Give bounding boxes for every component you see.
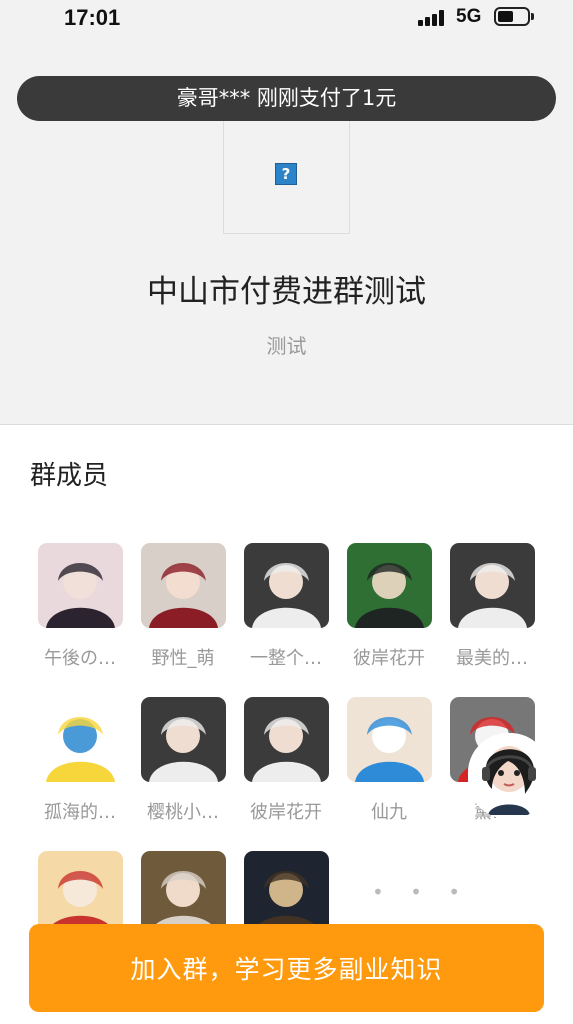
- member-avatar: [38, 543, 123, 628]
- member-avatar: [244, 543, 329, 628]
- status-bar: 17:01 5G: [0, 0, 573, 36]
- member-name: 孤海的…: [44, 802, 116, 823]
- group-title: 中山市付费进群测试: [147, 274, 426, 310]
- member-name: 彼岸花开: [250, 802, 322, 823]
- member-name: 野性_萌: [151, 648, 215, 669]
- member-name: 一整个…: [250, 648, 322, 669]
- battery-icon: [494, 7, 534, 26]
- members-title: 群成员: [30, 461, 109, 491]
- member-avatar: [450, 543, 535, 628]
- member-avatar: [244, 697, 329, 782]
- broken-image-icon: ?: [275, 163, 297, 185]
- customer-service-avatar-icon[interactable]: [468, 733, 550, 819]
- network-type: 5G: [456, 6, 482, 27]
- member-name: 仙九: [371, 802, 407, 823]
- member-name: 最美的…: [456, 648, 528, 669]
- more-members-button[interactable]: • • •: [372, 880, 470, 904]
- member-name: 樱桃小…: [147, 802, 219, 823]
- member-avatar: [38, 697, 123, 782]
- member-name: 午後の…: [44, 648, 116, 669]
- member-avatar: [141, 543, 226, 628]
- member-avatar: [141, 697, 226, 782]
- member-avatar: [347, 697, 432, 782]
- status-time: 17:01: [64, 5, 121, 30]
- join-group-button[interactable]: 加入群，学习更多副业知识: [29, 924, 544, 1012]
- group-description: 测试: [266, 334, 307, 358]
- member-avatar: [347, 543, 432, 628]
- payment-toast: 豪哥*** 刚刚支付了1元: [17, 76, 556, 121]
- signal-bars-icon: [418, 10, 448, 26]
- member-name: 彼岸花开: [353, 648, 425, 669]
